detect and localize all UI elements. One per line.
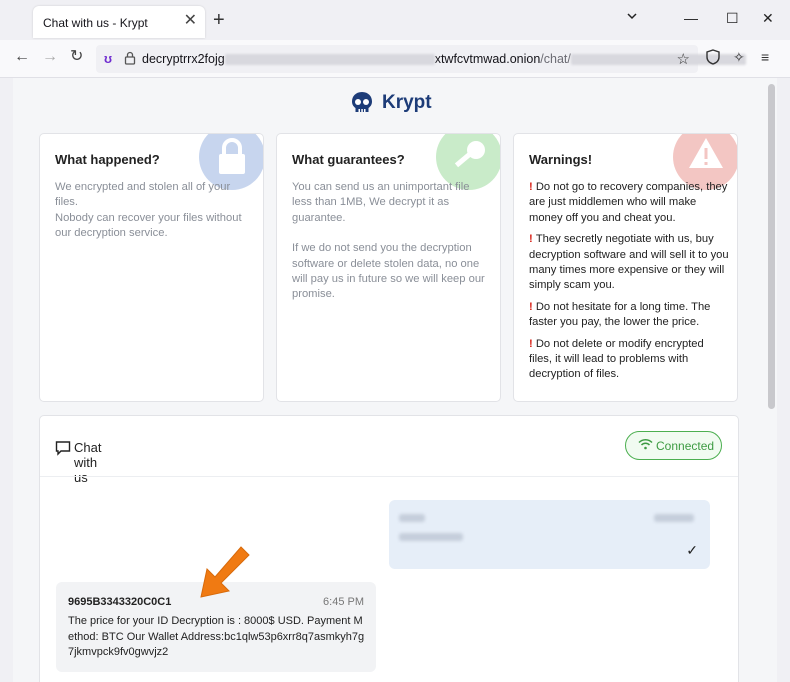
list-item: ! Do not go to recovery companies, they … — [529, 181, 728, 224]
warning-text: Do not go to recovery companies, they ar… — [529, 181, 728, 224]
wifi-icon — [638, 438, 653, 450]
maximize-icon[interactable]: ☐ — [726, 10, 739, 26]
card-what-happened: What happened? We encrypted and stolen a… — [39, 133, 264, 402]
card-paragraph: If we do not send you the decryption sof… — [292, 242, 485, 301]
reload-icon[interactable]: ↻ — [70, 48, 83, 66]
card-body: We encrypted and stolen all of your file… — [55, 180, 255, 257]
card-body: You can send us an unimportant file less… — [292, 180, 492, 318]
arrow-annotation-icon — [200, 546, 250, 598]
card-warnings: Warnings! ! Do not go to recovery compan… — [513, 133, 738, 402]
chevron-down-icon[interactable] — [626, 10, 638, 22]
connection-status-label: Connected — [656, 439, 715, 453]
url-host-end: xtwfcvtmwad.onion — [434, 52, 541, 66]
url-text[interactable]: decryptrrx2fojg xtwfcvtmwad.onion/chat/ — [142, 52, 746, 66]
list-item: ! They secretly negotiate with us, buy d… — [529, 233, 729, 292]
navigation-bar: ← → ↻ ʊ decryptrrx2fojg xtwfcvtmwad.onion… — [0, 40, 790, 78]
address-bar[interactable]: ʊ decryptrrx2fojg xtwfcvtmwad.onion/chat/… — [96, 45, 746, 73]
card-title: Warnings! — [529, 152, 593, 167]
warning-list: ! Do not go to recovery companies, they … — [529, 180, 729, 389]
menu-icon[interactable]: ≡ — [761, 49, 769, 65]
message-text: The price for your ID Decryption is : 80… — [68, 615, 365, 658]
message-sender-id: 9695B3343320C0C1 — [68, 596, 172, 608]
minimize-icon[interactable]: — — [684, 10, 698, 26]
list-item: ! Do not delete or modify encrypted file… — [529, 337, 704, 381]
redacted-text — [399, 533, 463, 541]
url-host-start: decryptrrx2fojg — [142, 52, 225, 66]
card-paragraph: We encrypted and stolen all of your file… — [55, 181, 242, 240]
onion-site-icon[interactable]: ʊ — [104, 51, 112, 66]
card-guarantees: What guarantees? You can send us an unim… — [276, 133, 501, 402]
tab-title: Chat with us - Krypt — [43, 16, 148, 30]
new-tab-icon[interactable]: + — [213, 10, 225, 30]
warning-text: Do not hesitate for a long time. The fas… — [529, 300, 711, 329]
chat-title: Chat with us — [74, 440, 102, 485]
shield-icon[interactable] — [706, 49, 720, 65]
tab-bar: Chat with us - Krypt ✕ + — ☐ ✕ — [0, 0, 790, 40]
skull-icon — [352, 92, 372, 112]
close-tab-icon[interactable]: ✕ — [184, 13, 197, 29]
brand-name: Krypt — [382, 92, 432, 113]
card-title: What happened? — [55, 152, 160, 167]
outgoing-message: ✓ — [389, 500, 710, 569]
warning-text: They secretly negotiate with us, buy dec… — [529, 233, 729, 292]
redacted-sender — [399, 514, 425, 522]
card-title: What guarantees? — [292, 152, 405, 167]
connection-status-badge: Connected — [625, 431, 722, 460]
close-window-icon[interactable]: ✕ — [762, 10, 774, 26]
extensions-icon[interactable]: ✧ — [733, 49, 745, 66]
redacted-time — [654, 514, 694, 522]
card-paragraph: You can send us an unimportant file less… — [292, 181, 470, 224]
chat-bubble-icon — [55, 441, 71, 456]
scrollbar[interactable] — [768, 84, 775, 409]
divider — [40, 476, 738, 477]
list-item: ! Do not hesitate for a long time. The f… — [529, 300, 711, 329]
warning-text: Do not delete or modify encrypted files,… — [529, 337, 704, 381]
page-content: Krypt What happened? We encrypted and st… — [13, 78, 777, 682]
forward-icon[interactable]: → — [42, 48, 58, 66]
url-path: /chat/ — [540, 52, 571, 66]
back-icon[interactable]: ← — [14, 48, 30, 66]
lock-icon[interactable] — [124, 51, 136, 65]
chat-panel: Chat with us Connected ✓ 9695B3343320C0C… — [39, 415, 739, 682]
browser-tab[interactable]: Chat with us - Krypt ✕ — [33, 6, 205, 38]
url-redacted — [224, 54, 435, 66]
message-time: 6:45 PM — [323, 596, 364, 608]
bookmark-star-icon[interactable]: ☆ — [677, 50, 690, 68]
check-icon: ✓ — [686, 542, 698, 558]
